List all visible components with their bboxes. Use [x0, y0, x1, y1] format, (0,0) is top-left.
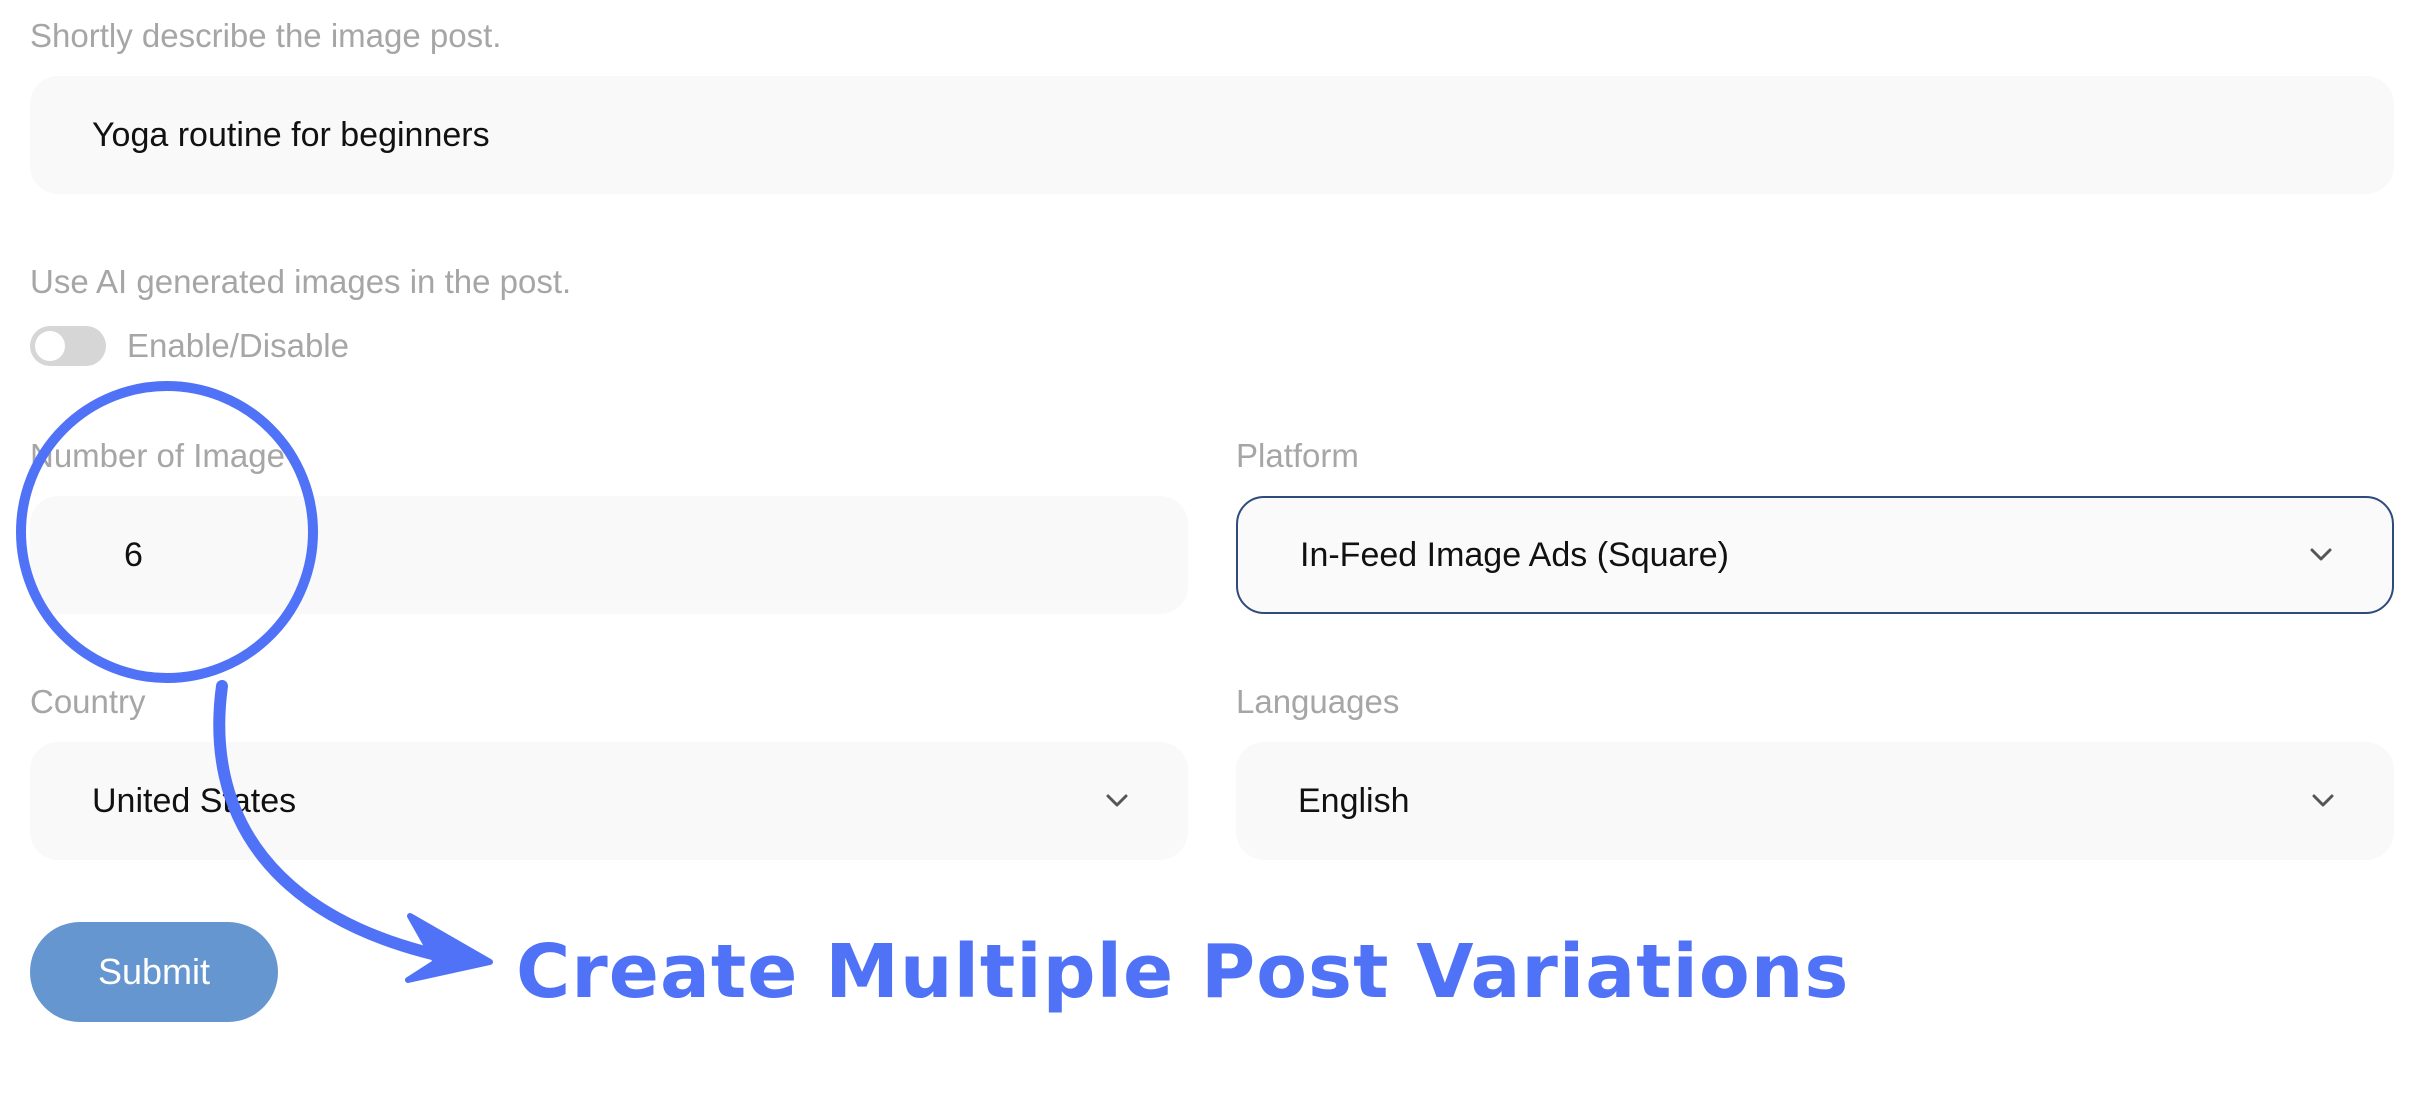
description-input[interactable]: Yoga routine for beginners	[30, 76, 2394, 194]
languages-selected-value: English	[1298, 781, 1410, 820]
annotation-text: Create Multiple Post Variations	[516, 929, 1850, 1015]
platform-selected-value: In-Feed Image Ads (Square)	[1300, 535, 1730, 574]
submit-button[interactable]: Submit	[30, 922, 278, 1022]
languages-label: Languages	[1236, 683, 1400, 720]
country-label: Country	[30, 683, 146, 720]
number-of-image-value: 6	[124, 535, 143, 574]
chevron-down-icon	[1104, 788, 1130, 814]
chevron-down-icon	[2310, 788, 2336, 814]
arrow-head	[405, 913, 493, 983]
country-selected-value: United States	[92, 781, 297, 820]
platform-select[interactable]: In-Feed Image Ads (Square)	[1236, 496, 2394, 614]
chevron-down-icon	[2308, 542, 2334, 568]
toggle-knob	[35, 331, 65, 361]
description-label: Shortly describe the image post.	[30, 17, 502, 54]
platform-label: Platform	[1236, 437, 1359, 474]
ai-images-toggle-label: Enable/Disable	[127, 327, 349, 364]
description-input-value: Yoga routine for beginners	[92, 115, 490, 154]
number-of-image-label: Number of Image	[30, 437, 285, 474]
number-of-image-input[interactable]: 6	[30, 496, 1188, 614]
ai-images-label: Use AI generated images in the post.	[30, 263, 572, 300]
ai-images-toggle[interactable]	[30, 326, 106, 366]
country-select[interactable]: United States	[30, 742, 1188, 860]
languages-select[interactable]: English	[1236, 742, 2394, 860]
